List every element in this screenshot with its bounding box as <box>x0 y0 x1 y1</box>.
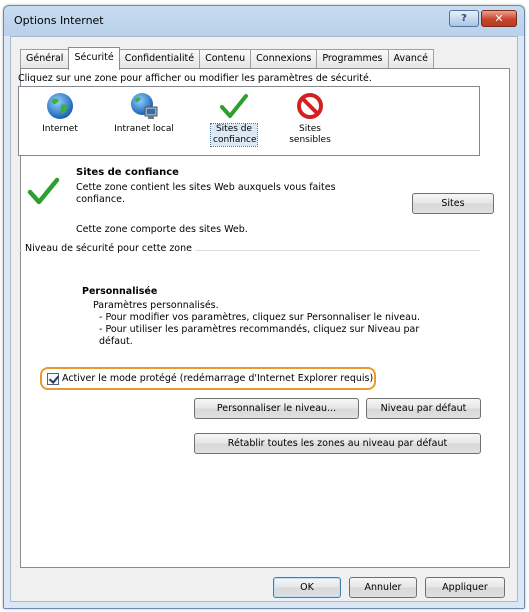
zone-instruction: Cliquez sur une zone pour afficher ou mo… <box>18 73 372 84</box>
security-level-title: Personnalisée <box>82 286 158 297</box>
selected-zone-description: Cette zone contient les sites Web auxque… <box>76 182 336 205</box>
tab-strip: Général Sécurité Confidentialité Contenu… <box>20 47 434 70</box>
custom-level-button[interactable]: Personnaliser le niveau... <box>194 398 359 419</box>
zone-local-intranet[interactable]: Intranet local <box>109 91 179 135</box>
apply-button[interactable]: Appliquer <box>425 577 505 598</box>
level-desc-line: défaut. <box>99 336 133 347</box>
window-title: Options Internet <box>14 14 104 27</box>
sites-button[interactable]: Sites <box>412 193 494 214</box>
selected-zone-note: Cette zone comporte des sites Web. <box>76 224 248 235</box>
level-desc-line: - Pour utiliser les paramètres recommand… <box>99 324 420 335</box>
options-internet-window: Options Internet ? ✕ Général Sécurité Co… <box>3 5 525 609</box>
tab-content[interactable]: Contenu <box>199 49 252 69</box>
zone-internet[interactable]: Internet <box>25 91 95 135</box>
help-button[interactable]: ? <box>449 10 479 27</box>
checkmark-icon <box>220 94 248 118</box>
cancel-button[interactable]: Annuler <box>349 577 417 598</box>
zone-trusted-sites[interactable]: Sites de confiance <box>199 91 269 147</box>
security-level-group-label: Niveau de sécurité pour cette zone <box>22 243 195 254</box>
zone-intranet-label: Intranet local <box>114 124 174 134</box>
trusted-checkmark-icon <box>27 177 60 205</box>
protected-mode-label[interactable]: Activer le mode protégé (redémarrage d'I… <box>62 373 373 384</box>
zone-restricted-label: Sites sensibles <box>289 124 331 145</box>
globe-icon <box>47 93 73 119</box>
reset-all-zones-button[interactable]: Rétablir toutes les zones au niveau par … <box>194 433 481 454</box>
security-level-description: Paramètres personnalisés. - Pour modifie… <box>93 300 453 348</box>
protected-mode-checkbox[interactable] <box>47 372 59 385</box>
zone-list: Internet Intranet local Sites de confian… <box>18 86 480 156</box>
zone-restricted-sites[interactable]: Sites sensibles <box>275 91 345 146</box>
protected-mode-highlight: Activer le mode protégé (redémarrage d'I… <box>40 367 376 390</box>
selected-zone-title: Sites de confiance <box>76 167 179 178</box>
zone-internet-label: Internet <box>42 124 78 134</box>
tab-programs[interactable]: Programmes <box>316 49 389 69</box>
tab-privacy[interactable]: Confidentialité <box>118 49 201 69</box>
tab-general[interactable]: Général <box>20 49 70 69</box>
prohibited-icon <box>297 93 323 119</box>
tab-connections[interactable]: Connexions <box>250 49 318 69</box>
intranet-icon <box>131 93 158 119</box>
title-bar[interactable]: Options Internet ? ✕ <box>4 6 524 36</box>
tab-security[interactable]: Sécurité <box>68 47 120 70</box>
zone-trusted-label: Sites de confiance <box>210 123 258 147</box>
close-button[interactable]: ✕ <box>481 10 517 27</box>
ok-button[interactable]: OK <box>273 577 341 598</box>
level-desc-line: Paramètres personnalisés. <box>93 300 219 311</box>
default-level-button[interactable]: Niveau par défaut <box>366 398 481 419</box>
level-desc-line: - Pour modifier vos paramètres, cliquez … <box>99 312 420 323</box>
tab-advanced[interactable]: Avancé <box>387 49 434 69</box>
